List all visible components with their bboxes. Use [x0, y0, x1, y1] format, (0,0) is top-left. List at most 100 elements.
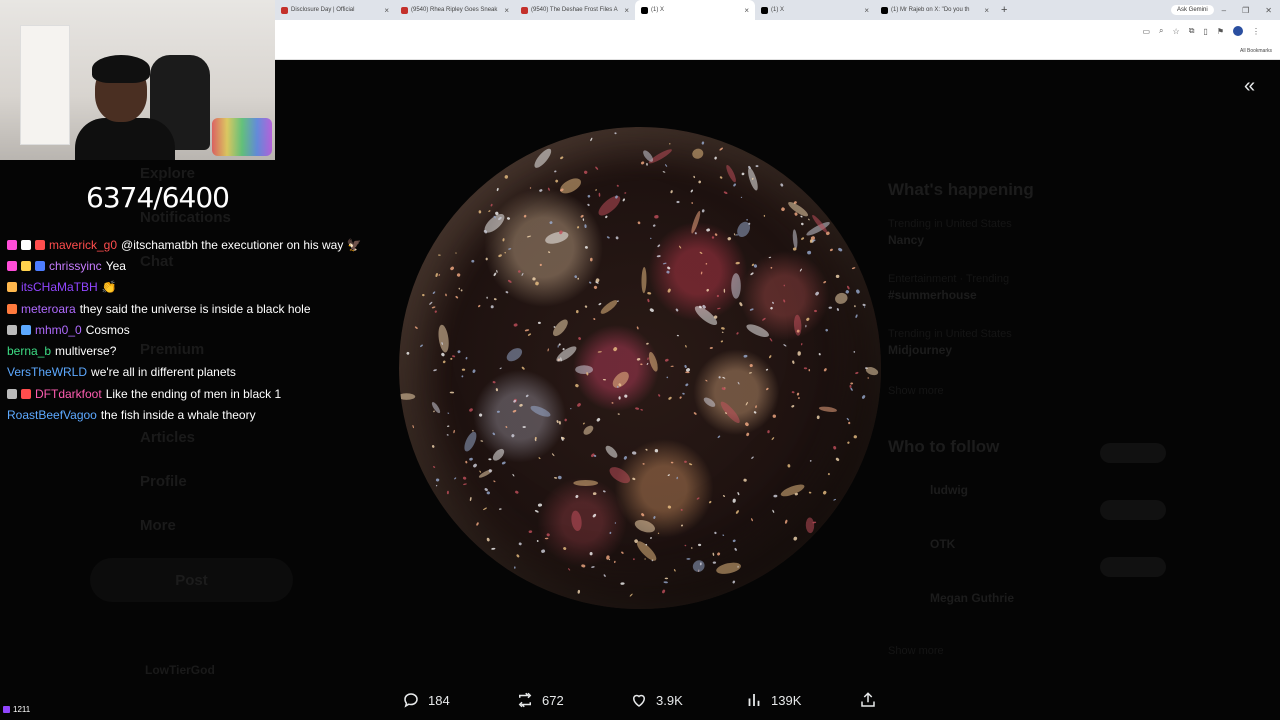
- galaxy-speck: [772, 301, 774, 304]
- galaxy-speck: [828, 306, 833, 309]
- account-name[interactable]: LowTierGod: [145, 663, 215, 677]
- chat-badge-icon[interactable]: [7, 388, 17, 399]
- galaxy-speck: [583, 425, 594, 435]
- new-tab-icon[interactable]: +: [995, 4, 1013, 16]
- media-image-galaxy-sphere[interactable]: [399, 127, 881, 609]
- chat-username[interactable]: VersTheWRLD: [7, 365, 87, 379]
- restore-icon[interactable]: ❐: [1234, 6, 1257, 15]
- galaxy-speck: [580, 214, 584, 218]
- show-more-link[interactable]: Show more: [888, 385, 1188, 397]
- profile-avatar[interactable]: [1233, 26, 1243, 36]
- double-chevron-left-icon[interactable]: «: [1244, 75, 1255, 98]
- show-more-link[interactable]: Show more: [888, 645, 1188, 657]
- chat-badge-icon[interactable]: [7, 239, 17, 250]
- close-icon[interactable]: ×: [984, 6, 989, 15]
- follow-button[interactable]: [1100, 557, 1166, 577]
- close-icon[interactable]: ×: [864, 6, 869, 15]
- close-icon[interactable]: ×: [384, 6, 389, 15]
- galaxy-speck: [762, 317, 766, 321]
- galaxy-speck: [745, 422, 749, 427]
- chat-badge-icon[interactable]: [21, 388, 31, 399]
- chat-username[interactable]: itsCHaMaTBH: [21, 280, 98, 294]
- like-button[interactable]: 3.9K: [630, 691, 683, 709]
- galaxy-speck: [545, 231, 569, 244]
- menu-icon[interactable]: ⋮: [1252, 27, 1260, 36]
- browser-tab[interactable]: (9540) The Deshae Frost Files A ×: [515, 0, 635, 20]
- chat-badge-icon[interactable]: [35, 260, 45, 271]
- close-icon[interactable]: ×: [504, 6, 509, 15]
- close-icon[interactable]: ×: [744, 6, 749, 15]
- nav-more[interactable]: More: [140, 517, 176, 534]
- galaxy-speck: [554, 477, 558, 479]
- galaxy-speck: [867, 377, 869, 379]
- chat-badge-icon[interactable]: [35, 239, 45, 250]
- galaxy-speck: [507, 279, 512, 283]
- repost-button[interactable]: 672: [516, 691, 564, 709]
- galaxy-speck: [505, 291, 509, 294]
- galaxy-speck: [464, 431, 477, 452]
- chat-badge-icon[interactable]: [7, 324, 17, 335]
- galaxy-speck: [606, 236, 610, 239]
- browser-tab[interactable]: (1) X ×: [755, 0, 875, 20]
- galaxy-speck: [678, 245, 682, 249]
- zoom-icon[interactable]: ⌕: [1159, 26, 1163, 36]
- galaxy-speck: [805, 517, 815, 534]
- galaxy-speck: [544, 537, 549, 540]
- chat-username[interactable]: chrissyinc: [49, 259, 102, 273]
- galaxy-speck: [721, 327, 725, 330]
- share-button[interactable]: [859, 691, 877, 709]
- chat-badge-icon[interactable]: [7, 303, 17, 314]
- browser-tab[interactable]: (9540) Rhea Ripley Goes Sneak ×: [395, 0, 515, 20]
- chat-username[interactable]: berna_b: [7, 344, 51, 358]
- galaxy-speck: [593, 285, 598, 289]
- window-close-icon[interactable]: ✕: [1257, 6, 1280, 15]
- youtube-icon: [521, 6, 528, 14]
- follow-button[interactable]: [1100, 443, 1166, 463]
- reply-button[interactable]: 184: [402, 691, 450, 709]
- all-bookmarks-link[interactable]: All Bookmarks: [1240, 48, 1272, 54]
- nav-articles[interactable]: Articles: [140, 429, 195, 446]
- chat-username[interactable]: mhm0_0: [35, 323, 82, 337]
- follow-account-name[interactable]: OTK: [930, 537, 1188, 551]
- galaxy-speck: [614, 522, 617, 524]
- nav-explore[interactable]: Explore: [140, 165, 195, 182]
- post-button[interactable]: Post: [90, 558, 293, 602]
- nav-profile[interactable]: Profile: [140, 473, 187, 490]
- follow-button[interactable]: [1100, 500, 1166, 520]
- chat-username[interactable]: DFTdarkfoot: [35, 387, 102, 401]
- browser-tab[interactable]: (1) Mr Rajeb on X: "Do you th ×: [875, 0, 995, 20]
- chat-badge-icon[interactable]: [21, 239, 31, 250]
- chat-badge-icon[interactable]: [7, 282, 17, 293]
- chat-username[interactable]: meteroara: [21, 302, 76, 316]
- bookmark-star-icon[interactable]: ☆: [1173, 27, 1180, 36]
- galaxy-speck: [532, 277, 536, 281]
- chat-username[interactable]: maverick_g0: [49, 238, 117, 252]
- sidebar-icon[interactable]: ▯: [1203, 27, 1207, 36]
- galaxy-speck: [556, 420, 559, 424]
- galaxy-speck: [666, 270, 670, 274]
- cast-icon[interactable]: ▭: [1142, 27, 1150, 36]
- chat-badge-icon[interactable]: [7, 260, 17, 271]
- chat-badge-icon[interactable]: [21, 324, 31, 335]
- close-icon[interactable]: ×: [624, 6, 629, 15]
- browser-tab[interactable]: Disclosure Day | Official ×: [275, 0, 395, 20]
- views-button[interactable]: 139K: [745, 691, 801, 709]
- chat-message: chrissyinc Yea: [7, 255, 387, 276]
- ask-gemini-button[interactable]: Ask Gemini: [1170, 5, 1214, 15]
- follow-account-name[interactable]: ludwig: [930, 483, 1188, 497]
- galaxy-speck: [733, 183, 736, 187]
- minimize-icon[interactable]: –: [1214, 6, 1234, 15]
- extensions-icon[interactable]: ⧉: [1189, 26, 1195, 36]
- galaxy-speck: [797, 397, 800, 399]
- trend-name[interactable]: #summerhouse: [888, 288, 1188, 302]
- follow-account-name[interactable]: Megan Guthrie: [930, 591, 1188, 605]
- trend-name[interactable]: Nancy: [888, 233, 1188, 247]
- browser-tab-active[interactable]: (1) X ×: [635, 0, 755, 20]
- chat-badge-icon[interactable]: [21, 260, 31, 271]
- trend-name[interactable]: Midjourney: [888, 343, 1188, 357]
- galaxy-speck: [818, 406, 837, 412]
- galaxy-speck: [667, 474, 671, 476]
- chat-username[interactable]: RoastBeefVagoo: [7, 408, 97, 422]
- galaxy-speck: [498, 508, 502, 510]
- extension-icon[interactable]: ⚑: [1217, 27, 1224, 36]
